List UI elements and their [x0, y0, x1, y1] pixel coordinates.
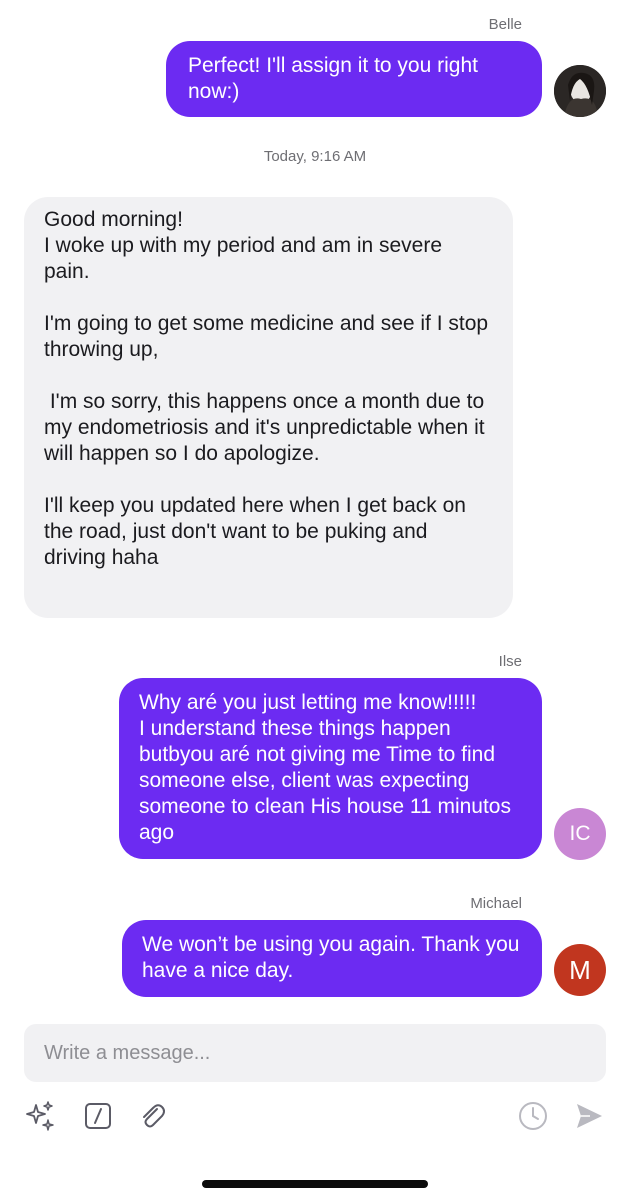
paperclip-icon — [143, 1104, 165, 1128]
ai-sparkle-button[interactable] — [22, 1098, 58, 1134]
avatar-initials: IC — [569, 822, 591, 845]
sender-name-belle: Belle — [488, 16, 522, 33]
message-input[interactable] — [42, 1040, 588, 1066]
message-bubble[interactable]: Perfect! I'll assign it to you right now… — [166, 41, 542, 117]
message-composer[interactable] — [24, 1024, 606, 1082]
message-bubble[interactable]: Why aré you just letting me know!!!!! I … — [119, 678, 542, 859]
home-indicator — [202, 1180, 428, 1188]
avatar-ilse[interactable]: IC — [554, 808, 606, 860]
slash-command-icon — [85, 1103, 111, 1129]
send-button[interactable] — [571, 1098, 607, 1134]
attach-button[interactable] — [134, 1098, 170, 1134]
slash-command-button[interactable] — [80, 1098, 116, 1134]
send-icon — [577, 1104, 602, 1128]
avatar-initials: M — [569, 954, 591, 985]
sparkle-icon — [26, 1101, 54, 1131]
avatar-belle[interactable] — [554, 65, 606, 117]
sender-name-michael: Michael — [470, 895, 522, 912]
sender-name-ilse: Ilse — [498, 653, 522, 670]
timestamp: Today, 9:16 AM — [263, 148, 367, 165]
clock-icon — [519, 1102, 547, 1130]
message-bubble-incoming[interactable]: Good morning! I woke up with my period a… — [24, 197, 513, 618]
message-bubble[interactable]: We won’t be using you again. Thank you h… — [122, 920, 542, 997]
avatar-michael[interactable]: M — [554, 944, 606, 996]
schedule-button[interactable] — [515, 1098, 551, 1134]
avatar-photo-icon — [554, 65, 606, 117]
